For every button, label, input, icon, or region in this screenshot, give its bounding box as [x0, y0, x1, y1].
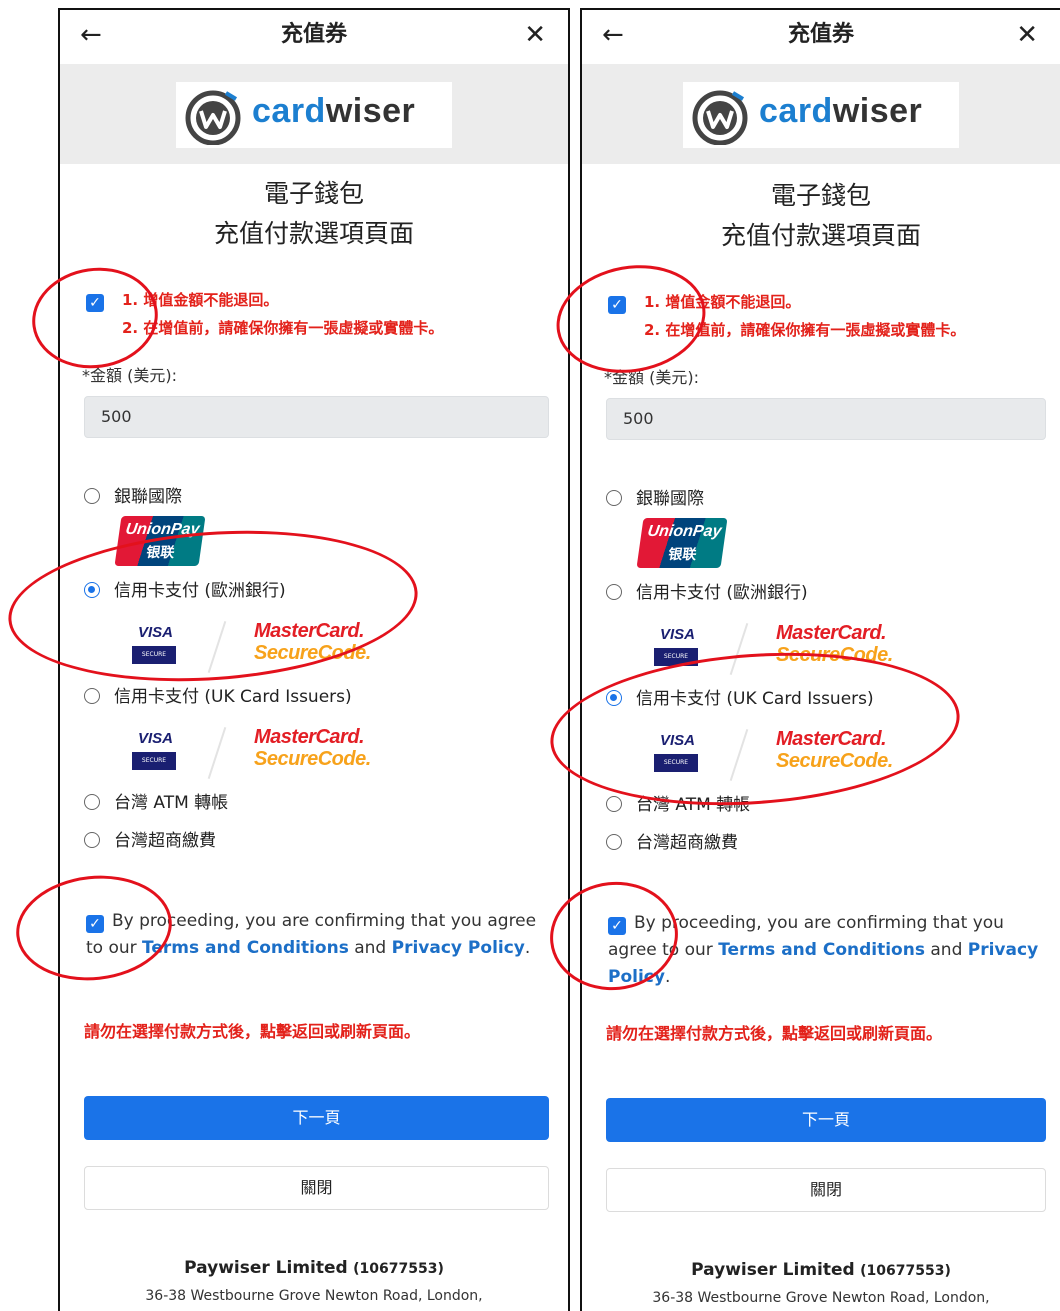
unionpay-logo: UnionPay 银联 — [114, 516, 206, 566]
radio-button-selected[interactable] — [84, 582, 100, 598]
amount-label: *金額 (美元): — [604, 368, 699, 387]
warning-line2: 2. 在增值前，請確保你擁有一張虛擬或實體卡。 — [122, 319, 444, 337]
heading-line1: 電子錢包 — [263, 179, 364, 208]
next-button[interactable]: 下一頁 — [84, 1096, 549, 1140]
next-button[interactable]: 下一頁 — [606, 1098, 1046, 1142]
agreement-text: ✓ By proceeding, you are confirming that … — [608, 913, 1039, 987]
no-refresh-notice: 請勿在選擇付款方式後，點擊返回或刷新頁面。 — [606, 1024, 943, 1043]
no-refresh-notice: 請勿在選擇付款方式後，點擊返回或刷新頁面。 — [84, 1022, 421, 1041]
heading-line2: 充值付款選項頁面 — [213, 219, 414, 248]
radio-button[interactable] — [84, 832, 100, 848]
mastercard-securecode-logo: MasterCard. SecureCode. — [254, 620, 371, 664]
amount-input[interactable]: 500 — [606, 398, 1046, 440]
header: ← 充值券 ✕ — [582, 10, 1060, 64]
header: ← 充值券 ✕ — [60, 10, 568, 64]
visa-secure-logo: VISA SECURE — [654, 730, 700, 776]
card-logos-uk: VISA SECURE MasterCard. SecureCode. — [132, 726, 372, 779]
cardwiser-logo: cardwiser — [176, 82, 452, 148]
page-title: 充值券 — [787, 22, 854, 47]
radio-button[interactable] — [606, 796, 622, 812]
page-title: 充值券 — [280, 22, 347, 47]
radio-button[interactable] — [606, 834, 622, 850]
agreement-text: ✓ By proceeding, you are confirming that … — [86, 911, 537, 958]
visa-secure-logo: VISA SECURE — [132, 728, 178, 774]
heading-line1: 電子錢包 — [770, 181, 871, 210]
phone-screen-right: ← 充值券 ✕ cardwiser 電子錢包 充值付款選項頁面 ✓ 1. 增值金… — [580, 8, 1060, 1311]
privacy-link[interactable]: Privacy Policy — [392, 938, 525, 958]
radio-button-selected[interactable] — [606, 690, 622, 706]
warning-checkbox[interactable]: ✓ — [608, 296, 626, 314]
close-button[interactable]: 關閉 — [84, 1166, 549, 1210]
warning-line2: 2. 在增值前，請確保你擁有一張虛擬或實體卡。 — [644, 321, 966, 339]
company-address: 36-38 Westbourne Grove Newton Road, Lond… — [145, 1288, 483, 1304]
warning-line1: 1. 增值金額不能退回。 — [644, 293, 801, 311]
unionpay-logo: UnionPay 银联 — [636, 518, 728, 568]
brand-wordmark: cardwiser — [252, 92, 416, 130]
mastercard-securecode-logo: MasterCard. SecureCode. — [776, 622, 893, 666]
brand-banner: cardwiser — [60, 64, 568, 164]
company-name: Paywiser Limited (10677553) — [184, 1258, 444, 1278]
amount-label: *金額 (美元): — [82, 366, 177, 385]
close-button[interactable]: 關閉 — [606, 1168, 1046, 1212]
card-logos-eu: VISA SECURE MasterCard. SecureCode. — [132, 620, 372, 673]
warning-checkbox[interactable]: ✓ — [86, 294, 104, 312]
phone-screen-left: ← 充值券 ✕ cardwiser 電子錢包 充值付款選項頁面 ✓ 1. 增值金… — [58, 8, 570, 1311]
heading-line2: 充值付款選項頁面 — [720, 221, 921, 250]
amount-input[interactable]: 500 — [84, 396, 549, 438]
warning-line1: 1. 增值金額不能退回。 — [122, 291, 279, 309]
radio-button[interactable] — [84, 688, 100, 704]
cardwiser-w-icon — [692, 90, 748, 145]
card-logos-eu: VISA SECURE MasterCard. SecureCode. — [654, 622, 894, 675]
radio-button[interactable] — [84, 488, 100, 504]
radio-button[interactable] — [606, 584, 622, 600]
brand-wordmark: cardwiser — [759, 92, 923, 130]
visa-secure-logo: VISA SECURE — [654, 624, 700, 670]
company-name: Paywiser Limited (10677553) — [691, 1260, 951, 1280]
radio-button[interactable] — [606, 490, 622, 506]
close-icon[interactable]: ✕ — [1016, 20, 1038, 50]
terms-link[interactable]: Terms and Conditions — [142, 938, 349, 958]
brand-banner: cardwiser — [582, 64, 1060, 164]
company-address: 36-38 Westbourne Grove Newton Road, Lond… — [652, 1290, 990, 1306]
mastercard-securecode-logo: MasterCard. SecureCode. — [776, 728, 893, 772]
cardwiser-w-icon — [185, 90, 241, 145]
agreement-checkbox[interactable]: ✓ — [608, 917, 626, 935]
agreement-checkbox[interactable]: ✓ — [86, 915, 104, 933]
terms-link[interactable]: Terms and Conditions — [718, 940, 925, 960]
cardwiser-logo: cardwiser — [683, 82, 959, 148]
radio-button[interactable] — [84, 794, 100, 810]
mastercard-securecode-logo: MasterCard. SecureCode. — [254, 726, 371, 770]
card-logos-uk: VISA SECURE MasterCard. SecureCode. — [654, 728, 894, 781]
close-icon[interactable]: ✕ — [524, 20, 546, 50]
visa-secure-logo: VISA SECURE — [132, 622, 178, 668]
